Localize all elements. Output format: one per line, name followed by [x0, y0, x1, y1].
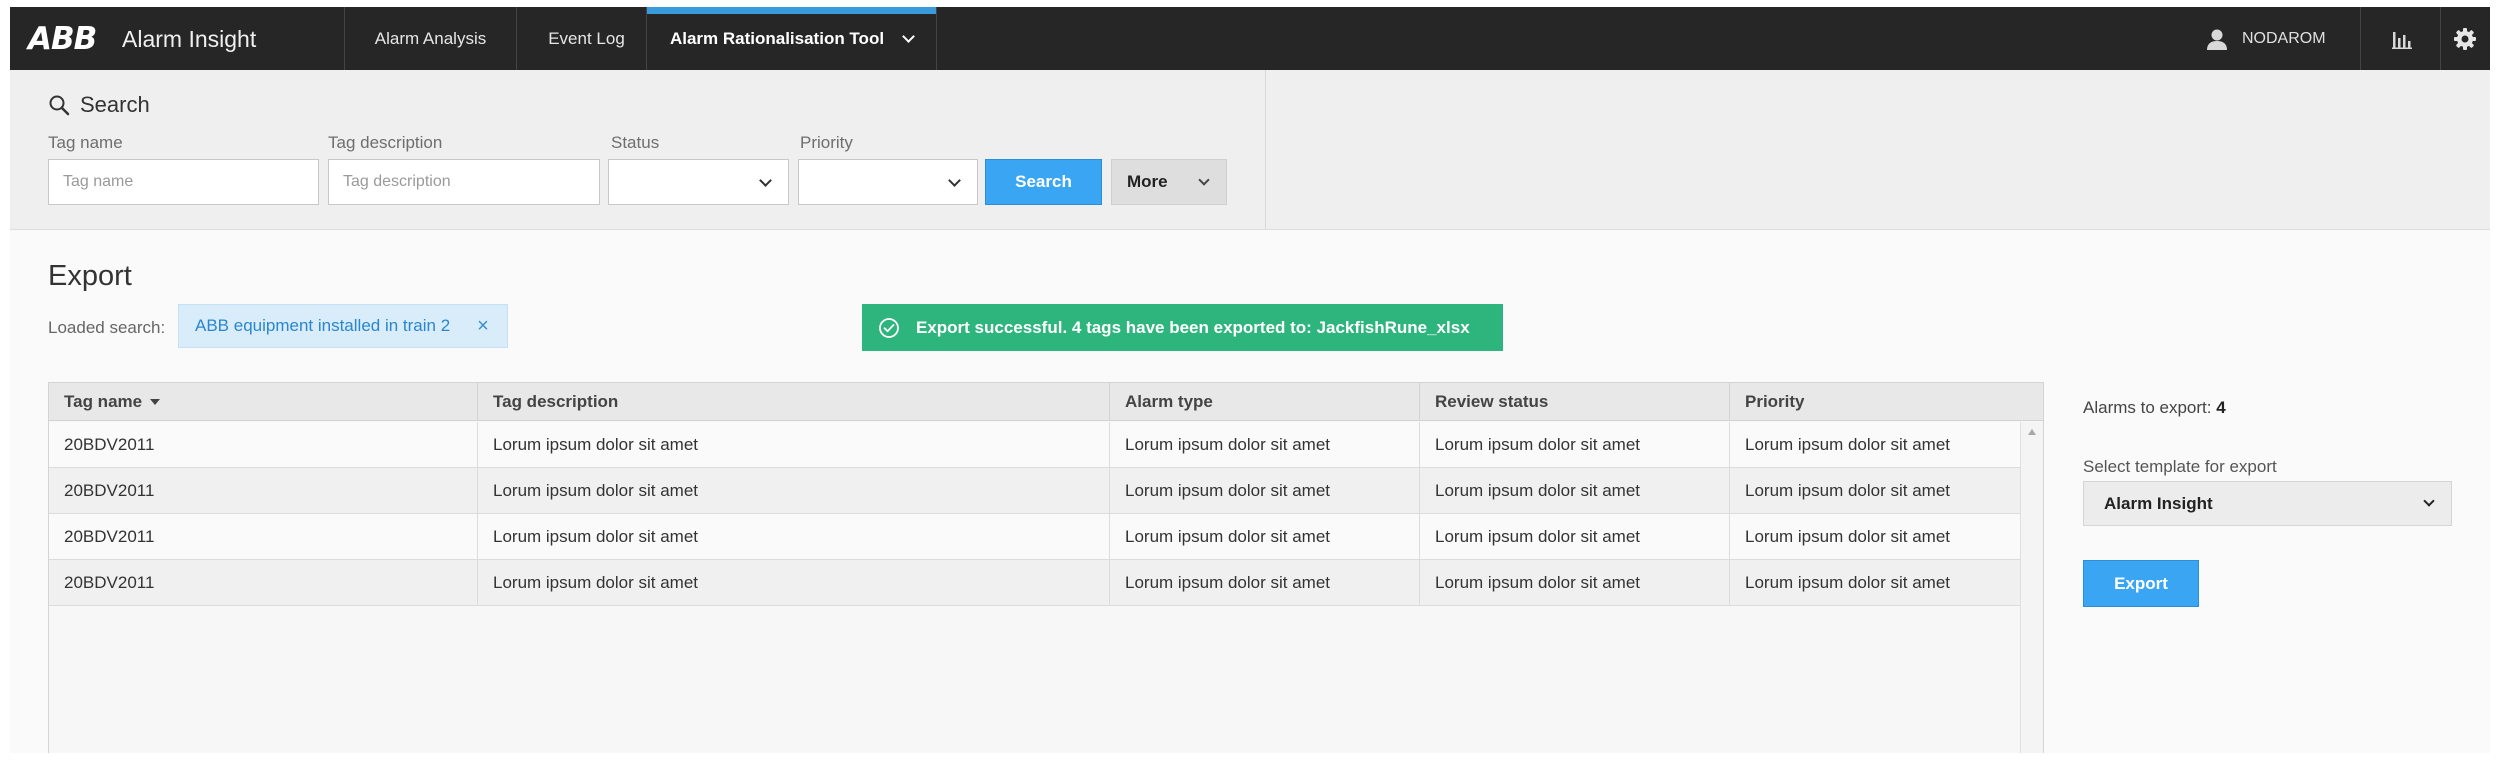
cell-tag-name: 20BDV2011 — [49, 422, 478, 468]
tag-description-input[interactable] — [328, 159, 600, 205]
nav-label: Alarm Analysis — [374, 28, 487, 48]
column-label: Alarm type — [1125, 392, 1213, 411]
nav-alarm-analysis[interactable]: Alarm Analysis — [344, 7, 516, 70]
loaded-search-label: Loaded search: — [48, 318, 166, 337]
chevron-down-icon — [902, 29, 915, 43]
cell-review-status: Lorum ipsum dolor sit amet — [1420, 422, 1730, 468]
template-label: Select template for export — [2083, 457, 2277, 476]
search-panel: Search Tag name Tag description Status P… — [10, 70, 2490, 230]
cell-alarm-type: Lorum ipsum dolor sit amet — [1110, 560, 1420, 606]
alarms-to-export: Alarms to export: 4 — [2083, 398, 2226, 418]
user-menu[interactable]: NODAROM — [2204, 7, 2326, 70]
cell-alarm-type: Lorum ipsum dolor sit amet — [1110, 514, 1420, 560]
chart-button[interactable] — [2372, 7, 2432, 70]
top-bar: ABB Alarm Insight Alarm Analysis Event L… — [10, 7, 2490, 70]
cell-tag-description: Lorum ipsum dolor sit amet — [478, 468, 1110, 514]
loaded-search-chip[interactable]: ABB equipment installed in train 2 × — [178, 304, 508, 348]
cell-review-status: Lorum ipsum dolor sit amet — [1420, 468, 1730, 514]
priority-select[interactable] — [798, 159, 978, 205]
panel-divider — [1265, 70, 1266, 230]
toast-message: Export successful. 4 tags have been expo… — [916, 317, 1470, 337]
sort-down-icon — [150, 399, 161, 405]
scroll-up-icon[interactable] — [2028, 429, 2036, 435]
cell-tag-name: 20BDV2011 — [49, 468, 478, 514]
cell-priority: Lorum ipsum dolor sit amet — [1745, 573, 1951, 592]
column-header-tag-name[interactable]: Tag name — [49, 383, 478, 421]
tag-description-label: Tag description — [328, 133, 443, 152]
column-header-tag-description[interactable]: Tag description — [478, 383, 1110, 421]
user-icon — [2207, 29, 2227, 50]
cell-tag-name: 20BDV2011 — [49, 514, 478, 560]
nav-label: Alarm Rationalisation Tool — [669, 28, 885, 48]
chevron-down-icon — [948, 174, 961, 187]
search-title: Search — [80, 92, 150, 117]
nav-label: Event Log — [548, 28, 625, 48]
page-title: Export — [48, 260, 132, 292]
table-row[interactable]: 20BDV2011 Lorum ipsum dolor sit amet Lor… — [49, 422, 2020, 468]
chip-label: ABB equipment installed in train 2 — [195, 316, 451, 335]
alarm-table: Tag name Tag description Alarm type Revi… — [48, 382, 2044, 753]
cell-priority: Lorum ipsum dolor sit amet — [1745, 527, 1951, 546]
nav-divider — [936, 7, 937, 70]
status-select[interactable] — [608, 159, 789, 205]
toolbar-divider — [2360, 7, 2361, 70]
cell-tag-description: Lorum ipsum dolor sit amet — [478, 422, 1110, 468]
nav-event-log[interactable]: Event Log — [516, 7, 656, 70]
column-header-priority[interactable]: Priority — [1730, 383, 2043, 421]
cell-tag-name: 20BDV2011 — [49, 560, 478, 606]
template-select[interactable]: Alarm Insight — [2083, 481, 2452, 526]
column-label: Review status — [1435, 392, 1549, 411]
column-header-alarm-type[interactable]: Alarm type — [1110, 383, 1420, 421]
search-heading: Search — [48, 92, 150, 118]
table-header: Tag name Tag description Alarm type Revi… — [49, 383, 2043, 421]
table-scrollbar[interactable] — [2020, 422, 2043, 753]
chart-icon — [2392, 31, 2412, 49]
column-header-review-status[interactable]: Review status — [1420, 383, 1730, 421]
cell-priority: Lorum ipsum dolor sit amet — [1745, 435, 1951, 454]
table-row[interactable]: 20BDV2011 Lorum ipsum dolor sit amet Lor… — [49, 514, 2020, 560]
column-label: Tag name — [64, 392, 143, 411]
user-name: NODAROM — [2242, 29, 2326, 47]
more-label: More — [1127, 172, 1168, 191]
settings-button[interactable] — [2440, 7, 2490, 70]
more-button[interactable]: More — [1111, 159, 1227, 205]
table-row[interactable]: 20BDV2011 Lorum ipsum dolor sit amet Lor… — [49, 560, 2020, 606]
alarms-label: Alarms to export: — [2083, 398, 2212, 417]
cell-priority: Lorum ipsum dolor sit amet — [1745, 481, 1951, 500]
gear-icon — [2454, 27, 2476, 50]
search-button[interactable]: Search — [985, 159, 1102, 205]
nav-alarm-rationalisation-tool[interactable]: Alarm Rationalisation Tool — [646, 7, 936, 70]
logo-text: ABB — [28, 21, 97, 57]
cell-tag-description: Lorum ipsum dolor sit amet — [478, 560, 1110, 606]
cell-tag-description: Lorum ipsum dolor sit amet — [478, 514, 1110, 560]
column-label: Priority — [1745, 392, 1805, 411]
status-label: Status — [611, 133, 660, 152]
app-window: ABB Alarm Insight Alarm Analysis Event L… — [10, 7, 2490, 753]
tag-name-label: Tag name — [48, 133, 123, 152]
tag-name-input[interactable] — [48, 159, 319, 205]
cell-review-status: Lorum ipsum dolor sit amet — [1420, 560, 1730, 606]
chevron-down-icon — [2423, 495, 2435, 507]
check-circle-icon — [879, 317, 899, 338]
template-value: Alarm Insight — [2104, 493, 2213, 513]
table-row[interactable]: 20BDV2011 Lorum ipsum dolor sit amet Lor… — [49, 468, 2020, 514]
cell-alarm-type: Lorum ipsum dolor sit amet — [1110, 468, 1420, 514]
app-name: Alarm Insight — [122, 26, 257, 52]
chevron-down-icon — [759, 174, 772, 187]
column-label: Tag description — [493, 392, 619, 411]
chevron-down-icon — [1198, 174, 1210, 186]
close-icon[interactable]: × — [471, 313, 495, 339]
cell-review-status: Lorum ipsum dolor sit amet — [1420, 514, 1730, 560]
search-icon — [49, 95, 70, 116]
priority-label: Priority — [800, 133, 853, 152]
alarms-count: 4 — [2216, 398, 2226, 417]
success-toast: Export successful. 4 tags have been expo… — [862, 304, 1503, 351]
abb-logo: ABB — [28, 21, 97, 57]
export-button[interactable]: Export — [2083, 560, 2199, 607]
cell-alarm-type: Lorum ipsum dolor sit amet — [1110, 422, 1420, 468]
